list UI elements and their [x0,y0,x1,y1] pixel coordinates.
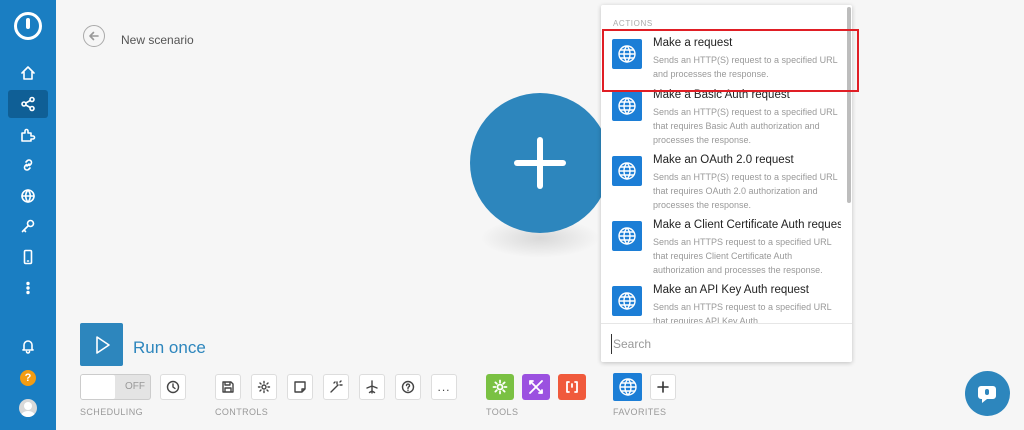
scheduling-section-label: SCHEDULING [80,407,144,417]
popup-search [601,323,852,362]
favorites-section-label: FAVORITES [613,407,667,417]
airplane-icon [366,380,378,394]
magic-wand-icon [330,380,343,393]
plus-icon [657,381,669,393]
note-icon [294,381,306,393]
action-item[interactable]: Make a Basic Auth request Sends an HTTP(… [601,89,845,155]
help-button[interactable] [395,374,421,400]
action-title: Make a Basic Auth request [653,89,790,101]
notes-button[interactable] [287,374,313,400]
mobile-icon[interactable] [8,243,48,271]
gear-icon [492,379,508,395]
search-input[interactable] [611,334,841,354]
action-description: Sends an HTTP(S) request to a specified … [653,172,838,210]
app-logo-icon[interactable] [14,12,42,40]
tools-flow-control-button[interactable] [486,374,514,400]
gear-icon [257,380,271,394]
run-once-button[interactable] [80,323,123,366]
action-title: Make an API Key Auth request [653,284,809,296]
module-actions-popup: ACTIONS Make a request Sends an HTTP(S) … [601,5,852,362]
action-description: Sends an HTTP(S) request to a specified … [653,55,838,79]
chat-support-button[interactable] [965,371,1010,416]
toggle-state-label: OFF [125,381,145,392]
sidebar: ? [0,0,56,430]
run-once-label[interactable]: Run once [133,338,206,358]
action-item[interactable]: Make an API Key Auth request Sends an HT… [601,284,845,323]
globe-icon [612,156,642,186]
more-button[interactable]: ... [431,374,457,400]
explain-flow-button[interactable] [359,374,385,400]
back-button[interactable] [83,25,105,47]
globe-icon [618,378,637,396]
avatar[interactable] [19,399,37,417]
arrow-left-icon [89,31,99,41]
save-button[interactable] [215,374,241,400]
controls-section-label: CONTROLS [215,407,269,417]
help-icon[interactable]: ? [20,370,36,386]
key-icon[interactable] [8,212,48,240]
scenario-title[interactable]: New scenario [121,33,194,47]
play-icon [95,335,110,354]
schedule-clock-button[interactable] [160,374,186,400]
globe-icon [612,91,642,121]
brackets-icon [566,381,578,393]
favorite-http-module[interactable] [613,373,642,401]
tools-section-label: TOOLS [486,407,519,417]
more-vertical-icon[interactable] [8,274,48,302]
action-title: Make an OAuth 2.0 request [653,154,794,166]
bell-icon[interactable] [8,332,48,360]
action-description: Sends an HTTP(S) request to a specified … [653,107,838,145]
clock-icon [166,380,180,394]
tools-text-parser-button[interactable] [558,374,586,400]
popup-scrollbar-thumb[interactable] [847,7,851,203]
globe-icon[interactable] [8,182,48,210]
action-description: Sends an HTTPS request to a specified UR… [653,237,832,275]
save-icon [222,381,234,393]
popup-section-label: ACTIONS [613,19,653,28]
action-title: Make a Client Certificate Auth request [653,219,841,231]
action-title: Make a request [653,37,733,49]
settings-button[interactable] [251,374,277,400]
globe-icon [612,221,642,251]
action-description: Sends an HTTPS request to a specified UR… [653,302,832,323]
question-icon [401,380,415,394]
home-icon[interactable] [8,59,48,87]
scheduling-toggle[interactable]: OFF [80,374,151,400]
puzzle-icon[interactable] [8,121,48,149]
toggle-knob [81,375,115,399]
action-item[interactable]: Make a Client Certificate Auth request S… [601,219,845,285]
tools-icon [529,380,543,394]
chat-icon [977,385,996,403]
auto-align-button[interactable] [323,374,349,400]
more-icon: ... [437,380,451,394]
action-item[interactable]: Make an OAuth 2.0 request Sends an HTTP(… [601,154,845,220]
add-module-button[interactable] [470,93,610,233]
share-icon[interactable] [8,90,48,118]
tools-router-button[interactable] [522,374,550,400]
globe-icon [612,39,642,69]
add-favorite-button[interactable] [650,374,676,400]
link-icon[interactable] [8,151,48,179]
globe-icon [612,286,642,316]
